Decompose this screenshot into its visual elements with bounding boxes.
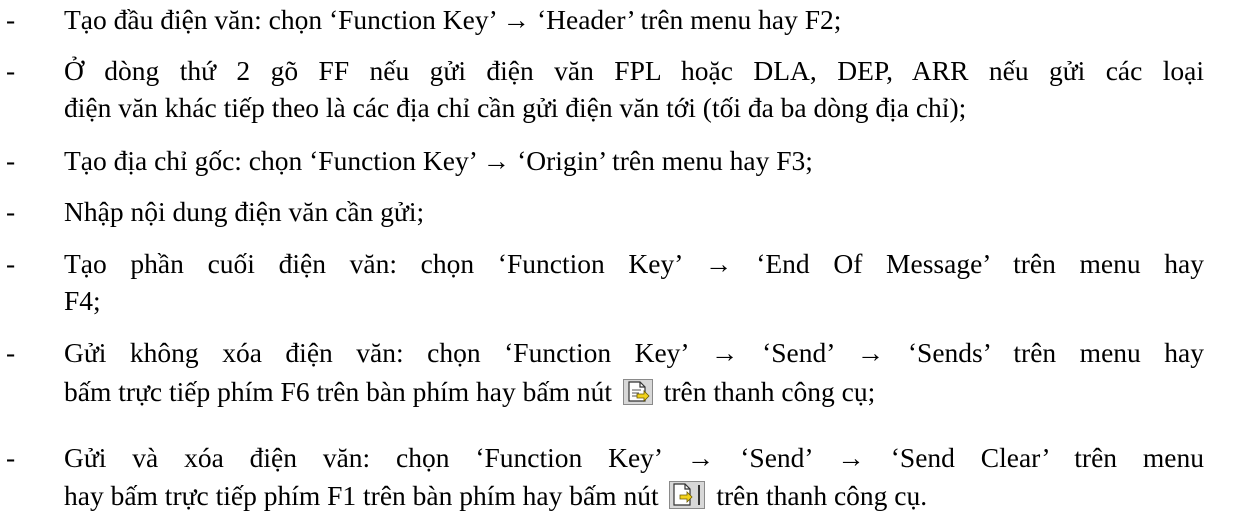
item-text: Tạo phần cuối điện văn: chọn ‘Function K… <box>64 248 1204 279</box>
bullet-dash: - <box>6 55 16 86</box>
item-text: Tạo đầu điện văn: chọn ‘Function Key’ → … <box>64 4 842 35</box>
send-clear-icon <box>669 481 706 509</box>
document-page: - Tạo đầu điện văn: chọn ‘Function Key’ … <box>0 0 1235 527</box>
bullet-dash: - <box>6 248 16 279</box>
item-text-after-icon: trên thanh công cụ; <box>663 376 876 407</box>
item-text-continued: điện văn khác tiếp theo là các địa chỉ c… <box>64 92 967 123</box>
item-text: Gửi và xóa điện văn: chọn ‘Function Key’… <box>64 442 1204 473</box>
item-text: Nhập nội dung điện văn cần gửi; <box>64 196 425 227</box>
item-text-before-icon: bấm trực tiếp phím F6 trên bàn phím hay … <box>64 376 612 407</box>
item-text: Gửi không xóa điện văn: chọn ‘Function K… <box>64 337 1204 368</box>
bullet-dash: - <box>6 196 16 227</box>
item-text-continued: bấm trực tiếp phím F6 trên bàn phím hay … <box>64 374 875 410</box>
item-text-continued: hay bấm trực tiếp phím F1 trên bàn phím … <box>64 478 927 514</box>
bullet-dash: - <box>6 442 16 473</box>
item-text-after-icon: trên thanh công cụ. <box>716 480 928 511</box>
bullet-dash: - <box>6 337 16 368</box>
bullet-dash: - <box>6 4 16 35</box>
item-text: Ở dòng thứ 2 gõ FF nếu gửi điện văn FPL … <box>64 55 1204 86</box>
item-text-before-icon: hay bấm trực tiếp phím F1 trên bàn phím … <box>64 480 659 511</box>
bullet-dash: - <box>6 145 16 176</box>
send-keep-icon <box>622 379 653 405</box>
item-text: Tạo địa chỉ gốc: chọn ‘Function Key’ → ‘… <box>64 145 813 176</box>
item-text-continued: F4; <box>64 285 101 316</box>
